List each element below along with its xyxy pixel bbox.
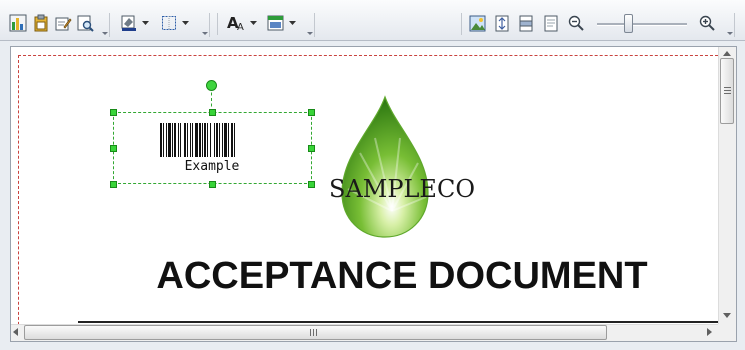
border-dropdown[interactable] [159,12,191,34]
zoom-out-button[interactable] [566,12,586,34]
font-icon: A A [227,14,244,32]
font-dropdown[interactable]: A A [225,12,259,34]
barcode-selection-box[interactable] [113,112,312,184]
resize-handle-sw[interactable] [110,181,117,188]
scroll-down-arrow[interactable] [723,313,731,318]
scroll-right-arrow[interactable] [707,328,712,336]
picture-icon [469,15,485,31]
designer-toolbar: A A [0,0,745,41]
resize-handle-n[interactable] [209,109,216,116]
paste-icon [34,14,48,32]
zoom-slider-track[interactable] [597,23,687,26]
resize-handle-s[interactable] [209,181,216,188]
paste-button[interactable] [32,12,50,34]
zoom-out-icon [568,15,584,31]
border-icon [161,16,176,30]
design-canvas[interactable]: Example SAMPLECO ACCEPTANCE DOCUMENT [12,47,718,324]
scroll-up-arrow[interactable] [723,51,731,56]
resize-handle-w[interactable] [110,145,117,152]
edit-icon [55,17,72,30]
logo-drop-image[interactable] [330,93,440,243]
toolbar-grip[interactable] [306,13,315,37]
logo-text: SAMPLECO [329,175,475,203]
layout-dropdown[interactable] [266,12,298,34]
toolbar-grip[interactable] [726,13,735,37]
fit-width-button[interactable] [516,12,536,34]
chevron-down-icon [181,21,189,25]
page-margin-guide-top [18,55,718,56]
fill-color-icon [121,15,136,31]
svg-text:A: A [237,22,244,32]
zoom-in-icon [699,15,715,31]
edit-button[interactable] [54,12,72,34]
toolbar-separator [217,13,218,35]
picture-button[interactable] [467,12,487,34]
page-margin-guide-left [18,55,19,324]
zoom-slider-thumb[interactable] [623,14,633,33]
scroll-left-arrow[interactable] [13,328,18,336]
fit-page-icon [495,15,509,31]
single-page-button[interactable] [541,12,561,34]
horizontal-thumb-grip [310,329,319,336]
resize-handle-e[interactable] [308,145,315,152]
resize-handle-nw[interactable] [110,109,117,116]
fit-width-icon [519,15,533,31]
chart-icon [9,14,27,32]
preview-icon [77,15,94,32]
vertical-thumb-grip [724,87,731,95]
chevron-down-icon [141,21,149,25]
chart-button[interactable] [8,12,28,34]
document-heading[interactable]: ACCEPTANCE DOCUMENT [112,255,692,298]
preview-button[interactable] [76,12,94,34]
rotation-handle[interactable] [206,80,217,91]
fill-color-dropdown[interactable] [119,12,151,34]
zoom-in-button[interactable] [697,12,717,34]
chevron-down-icon [250,21,257,25]
heading-underline [78,321,718,323]
chevron-down-icon [289,21,296,25]
toolbar-separator [461,13,462,35]
scrollbar-corner [718,324,736,341]
toolbar-grip[interactable] [101,13,110,37]
resize-handle-ne[interactable] [308,109,315,116]
layout-icon [267,15,284,31]
toolbar-grip[interactable] [201,13,210,37]
single-page-icon [544,15,558,31]
fit-page-button[interactable] [492,12,512,34]
